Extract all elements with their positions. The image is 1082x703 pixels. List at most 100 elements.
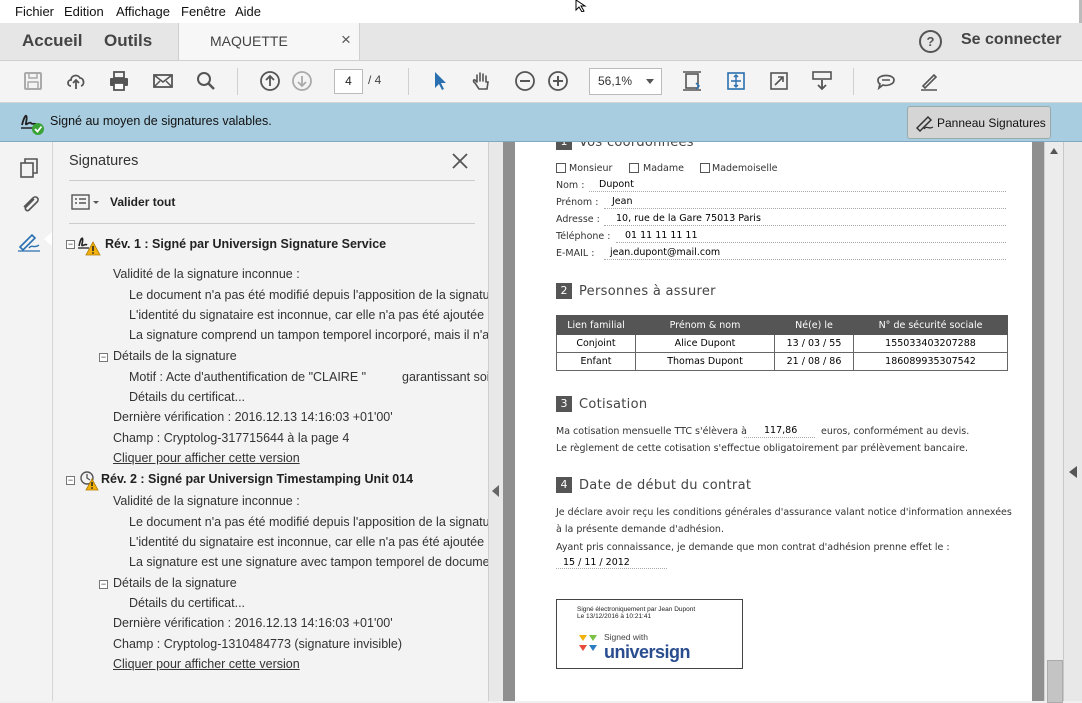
panel-divider <box>69 180 475 181</box>
panel-title: Signatures <box>69 153 139 169</box>
collapse-toggle[interactable]: − <box>66 240 75 249</box>
stamp-date: Le 13/12/2016 à 10:21:41 <box>577 613 652 620</box>
menu-fenetre[interactable]: Fenêtre <box>181 4 226 19</box>
revision-1-view-link[interactable]: Cliquer pour afficher cette version <box>113 451 300 465</box>
section-number: 1 <box>556 142 572 150</box>
revision-2-details-header[interactable]: Détails de la signature <box>113 576 237 590</box>
zoom-in-icon[interactable] <box>545 68 571 94</box>
revision-2-line: Le document n'a pas été modifié depuis l… <box>129 515 488 529</box>
revision-2-certificate-details[interactable]: Détails du certificat... <box>129 596 245 610</box>
revision-1-details-header[interactable]: Détails de la signature <box>113 349 237 363</box>
signature-valid-icon <box>21 114 44 135</box>
document-viewport[interactable]: 1 Vos coordonnées Monsieur Madame Mademo… <box>503 142 1044 701</box>
universign-signature-stamp[interactable]: Signé électroniquement par Jean Dupont L… <box>556 599 743 669</box>
tab-document[interactable]: MAQUETTE × <box>178 23 360 60</box>
scrollbar-thumb[interactable] <box>1047 660 1063 703</box>
contract-text: Je déclare avoir reçu les conditions gén… <box>556 507 1012 518</box>
revision-1-field: Champ : Cryptolog-317715644 à la page 4 <box>113 431 350 445</box>
collapse-toggle[interactable]: − <box>99 580 108 589</box>
section-title: Date de début du contrat <box>579 478 752 493</box>
options-menu-icon[interactable] <box>71 193 101 213</box>
search-icon[interactable] <box>193 68 219 94</box>
save-icon[interactable] <box>20 68 46 94</box>
tab-accueil[interactable]: Accueil <box>22 31 82 51</box>
next-page-icon[interactable] <box>289 68 315 94</box>
revision-2-line: L'identité du signataire est inconnue, c… <box>129 535 488 549</box>
expand-right-pane-icon[interactable] <box>1069 466 1077 478</box>
email-icon[interactable] <box>150 68 176 94</box>
navigation-rail <box>0 142 53 701</box>
zoom-out-icon[interactable] <box>512 68 538 94</box>
tab-outils[interactable]: Outils <box>104 31 152 51</box>
attachments-icon[interactable] <box>19 193 41 220</box>
fit-width-icon[interactable] <box>679 68 705 94</box>
document-scrollbar[interactable] <box>1044 142 1064 703</box>
table-cell: Alice Dupont <box>635 334 775 353</box>
scroll-up-icon[interactable] <box>1050 148 1058 154</box>
page-total: / 4 <box>368 73 382 87</box>
signature-warning-icon <box>78 237 101 256</box>
comment-icon[interactable] <box>873 68 899 94</box>
validate-all-button[interactable]: Valider tout <box>110 195 175 209</box>
help-icon[interactable]: ? <box>919 30 942 53</box>
table-cell: Thomas Dupont <box>635 352 775 371</box>
hand-tool-icon[interactable] <box>469 68 495 94</box>
upload-cloud-icon[interactable] <box>63 68 89 94</box>
close-panel-icon[interactable] <box>452 153 468 169</box>
collapse-toggle[interactable]: − <box>99 353 108 362</box>
stamp-signed-with: Signed with <box>604 632 648 642</box>
table-header: Lien familial <box>556 315 636 335</box>
right-pane-handle[interactable] <box>1063 142 1082 701</box>
fullscreen-icon[interactable] <box>766 68 792 94</box>
menu-aide[interactable]: Aide <box>235 4 261 19</box>
pages-icon[interactable] <box>19 157 41 184</box>
sign-pen-icon[interactable] <box>916 68 942 94</box>
scroll-mode-icon[interactable] <box>809 68 835 94</box>
page-number-input[interactable]: 4 <box>334 69 363 94</box>
fit-page-icon[interactable] <box>723 68 749 94</box>
chevron-down-icon <box>646 79 654 84</box>
toolbar-separator <box>408 68 409 95</box>
signature-panel-button[interactable]: Panneau Signatures <box>907 106 1051 139</box>
print-icon[interactable] <box>106 68 132 94</box>
revision-2-validity: Validité de la signature inconnue : <box>113 494 300 508</box>
revision-2-view-link[interactable]: Cliquer pour afficher cette version <box>113 657 300 671</box>
revision-1-validity: Validité de la signature inconnue : <box>113 267 300 281</box>
revision-1-line: Le document n'a pas été modifié depuis l… <box>129 288 488 302</box>
collapse-panel-arrow-icon[interactable] <box>492 485 499 497</box>
sign-in-button[interactable]: Se connecter <box>961 31 1061 49</box>
previous-page-icon[interactable] <box>257 68 283 94</box>
revision-1-title[interactable]: Rév. 1 : Signé par Universign Signature … <box>105 237 386 251</box>
checkbox-mademoiselle[interactable] <box>700 163 710 173</box>
table-row: Enfant Thomas Dupont 21 / 08 / 86 186089… <box>556 352 1008 371</box>
field-value: 10, rue de la Gare 75013 Paris <box>616 213 761 224</box>
universign-logo-icon <box>579 635 597 651</box>
menu-fichier[interactable]: Fichier <box>15 4 54 19</box>
menu-affichage[interactable]: Affichage <box>116 4 170 19</box>
section-number: 4 <box>556 477 572 493</box>
revision-2-title[interactable]: Rév. 2 : Signé par Universign Timestampi… <box>101 472 413 486</box>
table-header: N° de sécurité sociale <box>853 315 1008 335</box>
close-tab-icon[interactable]: × <box>341 30 351 50</box>
table-cell: 21 / 08 / 86 <box>774 352 854 371</box>
revision-1-certificate-details[interactable]: Détails du certificat... <box>129 390 245 404</box>
signatures-panel: Signatures Valider tout − Rév. 1 : Signé… <box>53 142 488 701</box>
revision-1-line: L'identité du signataire est inconnue, c… <box>129 308 488 322</box>
zoom-value: 56,1% <box>598 74 633 88</box>
zoom-select[interactable]: 56,1% <box>589 68 662 95</box>
table-cell: 155033403207288 <box>853 334 1008 353</box>
checkbox-madame[interactable] <box>629 163 639 173</box>
revision-2-last-check: Dernière vérification : 2016.12.13 14:16… <box>113 616 393 630</box>
dotted-line <box>589 191 1006 192</box>
section-title: Cotisation <box>579 397 648 412</box>
field-value: Dupont <box>599 179 634 190</box>
section-title: Personnes à assurer <box>579 284 716 299</box>
table-cell: Conjoint <box>556 334 636 353</box>
collapse-toggle[interactable]: − <box>66 476 75 485</box>
panel-splitter[interactable] <box>488 142 504 701</box>
menu-edition[interactable]: Edition <box>64 4 104 19</box>
select-cursor-icon[interactable] <box>427 68 453 94</box>
table-header: Né(e) le <box>774 315 854 335</box>
checkbox-monsieur[interactable] <box>556 163 566 173</box>
field-label: Téléphone : <box>556 231 611 242</box>
